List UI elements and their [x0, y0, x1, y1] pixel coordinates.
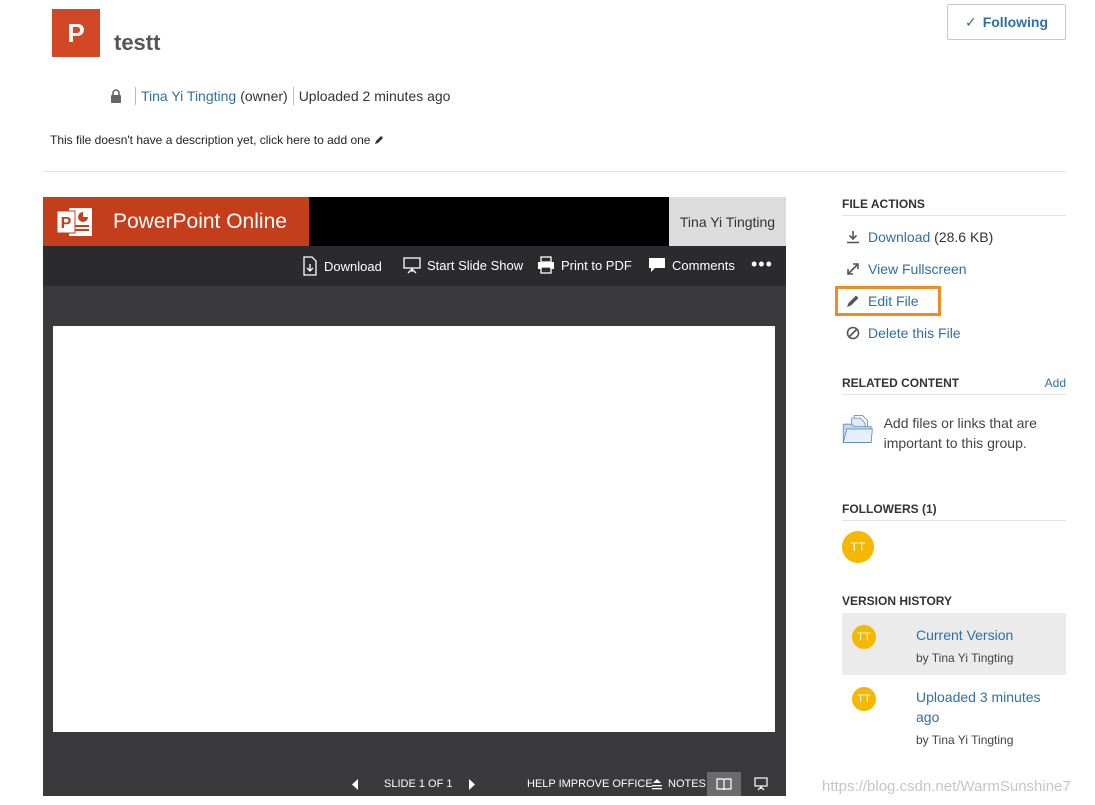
file-actions-header: FILE ACTIONS [842, 197, 1066, 216]
book-icon [716, 778, 732, 790]
watermark-text: https://blog.csdn.net/WarmSunshine7 [822, 778, 1071, 795]
slide-canvas[interactable] [53, 326, 775, 732]
related-content-title: RELATED CONTENT [842, 376, 960, 390]
description-text: This file doesn't have a description yet… [50, 133, 371, 147]
prohibited-icon [846, 326, 860, 340]
previous-slide-icon[interactable] [351, 779, 359, 790]
related-content-section: RELATED CONTENT Add [842, 376, 1066, 395]
printer-icon [538, 256, 554, 274]
download-icon [847, 231, 859, 244]
owner-role: (owner) [240, 88, 288, 104]
header-divider [43, 171, 1066, 172]
svg-text:P: P [61, 215, 72, 232]
view-fullscreen-action[interactable]: View Fullscreen [846, 261, 967, 277]
upload-time: Uploaded 2 minutes ago [298, 88, 451, 104]
following-button[interactable]: ✓ Following [947, 4, 1066, 40]
version-avatar: TT [852, 687, 876, 711]
next-slide-icon[interactable] [468, 779, 476, 790]
add-related-link[interactable]: Add [1045, 376, 1066, 390]
file-actions-title: FILE ACTIONS [842, 197, 925, 211]
ppt-header-bar: P PowerPoint Online Tina Yi Tingting [43, 197, 786, 246]
file-meta: Tina Yi Tingting (owner) Uploaded 2 minu… [110, 87, 450, 105]
print-to-pdf-button[interactable]: Print to PDF [537, 256, 632, 274]
folder-files-icon [842, 415, 873, 443]
ppt-brand: P PowerPoint Online [43, 197, 309, 246]
download-icon [303, 256, 317, 276]
file-title: testt [114, 30, 161, 55]
related-empty-state: Add files or links that are important to… [842, 405, 1066, 453]
slide-show-view-button[interactable] [744, 772, 778, 796]
edit-file-highlight [835, 286, 941, 316]
download-label: Download [324, 258, 382, 274]
help-improve-office-link[interactable]: HELP IMPROVE OFFICE [527, 778, 653, 790]
view-fullscreen-link[interactable]: View Fullscreen [868, 261, 967, 277]
divider [292, 87, 294, 105]
version-author: by Tina Yi Tingting [916, 733, 1014, 747]
comment-icon [649, 258, 665, 272]
viewer-status-bar: SLIDE 1 OF 1 HELP IMPROVE OFFICE NOTES [43, 772, 786, 796]
notes-toggle[interactable]: NOTES [668, 778, 706, 790]
version-history-title: VERSION HISTORY [842, 594, 953, 608]
reading-view-button[interactable] [707, 772, 741, 796]
slideshow-icon [754, 777, 768, 791]
signed-in-user[interactable]: Tina Yi Tingting [669, 197, 786, 246]
followers-section: FOLLOWERS (1) TT [842, 502, 1066, 563]
description-prompt[interactable]: This file doesn't have a description yet… [50, 133, 384, 147]
delete-file-action[interactable]: Delete this File [846, 325, 961, 341]
followers-title: FOLLOWERS (1) [842, 502, 937, 516]
more-options-icon[interactable]: ••• [751, 255, 773, 273]
comments-button[interactable]: Comments [648, 256, 735, 274]
version-item-current[interactable]: TT Current Version by Tina Yi Tingting [842, 613, 1066, 675]
version-item-previous[interactable]: TT Uploaded 3 minutes ago by Tina Yi Tin… [842, 675, 1066, 755]
slide-counter: SLIDE 1 OF 1 [384, 778, 453, 790]
powerpoint-file-icon: P [52, 9, 100, 57]
download-link[interactable]: Download [868, 229, 930, 245]
related-empty-text: Add files or links that are important to… [883, 415, 1037, 451]
start-slide-show-button[interactable]: Start Slide Show [403, 256, 523, 274]
powerpoint-viewer: P PowerPoint Online Tina Yi Tingting Dow… [43, 197, 786, 796]
version-title[interactable]: Uploaded 3 minutes ago [916, 687, 1056, 727]
download-size: (28.6 KB) [934, 229, 994, 245]
app-name: PowerPoint Online [113, 209, 287, 233]
print-label: Print to PDF [561, 257, 632, 273]
version-title[interactable]: Current Version [916, 625, 1013, 645]
expand-icon [847, 263, 859, 275]
followers-header: FOLLOWERS (1) [842, 502, 1066, 521]
divider [135, 87, 136, 105]
notes-icon[interactable] [651, 778, 663, 790]
owner-link[interactable]: Tina Yi Tingting [141, 88, 236, 104]
checkmark-icon: ✓ [964, 13, 977, 30]
download-action[interactable]: Download (28.6 KB) [846, 229, 993, 245]
delete-file-link[interactable]: Delete this File [868, 325, 961, 341]
following-label: Following [982, 14, 1049, 30]
file-actions-section: FILE ACTIONS [842, 197, 1066, 216]
follower-avatar[interactable]: TT [842, 531, 874, 563]
pencil-icon [375, 136, 384, 144]
version-author: by Tina Yi Tingting [916, 651, 1014, 665]
version-avatar: TT [852, 625, 876, 649]
comments-label: Comments [672, 257, 735, 273]
version-history-section: VERSION HISTORY [842, 594, 1066, 612]
version-history-header: VERSION HISTORY [842, 594, 1066, 612]
lock-icon [111, 89, 121, 103]
download-button[interactable]: Download [302, 256, 382, 276]
viewer-toolbar: Download Start Slide Show Print to PDF C… [43, 246, 786, 286]
projector-screen-icon [403, 257, 421, 274]
slideshow-label: Start Slide Show [427, 257, 524, 273]
related-content-header: RELATED CONTENT Add [842, 376, 1066, 395]
powerpoint-logo-icon: P [57, 207, 92, 236]
